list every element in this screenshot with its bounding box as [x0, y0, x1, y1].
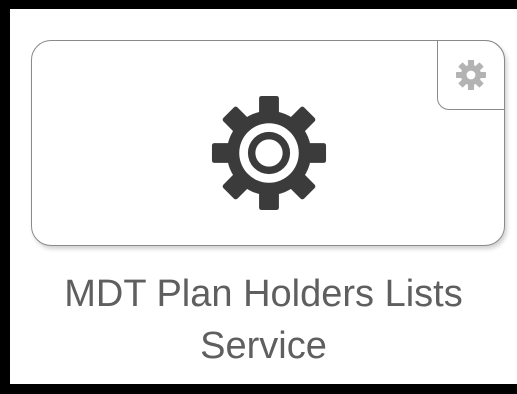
service-tile-label[interactable]: MDT Plan Holders Lists Service — [10, 268, 517, 372]
tile-label-line-2: Service — [200, 325, 327, 367]
service-tile[interactable] — [31, 40, 505, 246]
gear-icon — [211, 95, 327, 211]
gear-icon — [456, 60, 486, 90]
tile-settings-button[interactable] — [437, 40, 505, 110]
tile-label-line-1: MDT Plan Holders Lists — [64, 273, 463, 315]
